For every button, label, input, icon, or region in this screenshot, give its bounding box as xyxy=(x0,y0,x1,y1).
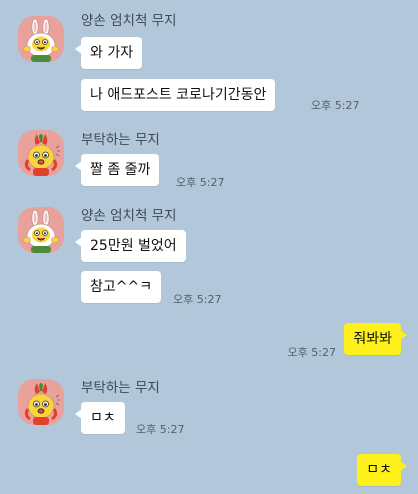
muzi-thumbs-up-icon xyxy=(23,209,59,253)
message-time: 오후 5:27 xyxy=(311,99,360,112)
message-bubble[interactable]: 참고^^ㅋ xyxy=(81,271,162,303)
muzi-begging-icon xyxy=(24,383,60,425)
message-bubble[interactable]: ㅁㅊ xyxy=(75,402,125,434)
chat-room: 양손 엄치척 무지 와 가자 나 애드포스트 코로나기간동안 오후 5:27 부… xyxy=(0,0,418,494)
my-message-bubble[interactable]: 줘봐봐 xyxy=(344,323,407,355)
muzi-begging-icon xyxy=(24,134,60,176)
message-bubble[interactable]: 와 가자 xyxy=(74,37,143,69)
sender-name: 양손 엄치척 무지 xyxy=(81,13,177,29)
message-bubble[interactable]: 25만원 벌었어 xyxy=(75,230,186,262)
profile-avatar[interactable] xyxy=(18,379,64,425)
message-time: 오후 5:27 xyxy=(176,176,225,189)
message-bubble[interactable]: 짤 좀 줄까 xyxy=(74,154,160,186)
profile-avatar[interactable] xyxy=(18,16,64,62)
message-time: 오후 5:27 xyxy=(136,423,185,436)
sender-name: 부탁하는 무지 xyxy=(81,132,160,148)
message-bubble[interactable]: 나 애드포스트 코로나기간동안 xyxy=(81,79,276,111)
profile-avatar[interactable] xyxy=(18,130,64,176)
message-time: 오후 5:27 xyxy=(173,293,222,306)
sender-name: 부탁하는 무지 xyxy=(81,380,160,396)
my-message-bubble[interactable]: ㅁㅊ xyxy=(357,454,407,486)
muzi-thumbs-up-icon xyxy=(23,18,59,62)
profile-avatar[interactable] xyxy=(18,207,64,253)
sender-name: 양손 엄치척 무지 xyxy=(81,208,177,224)
message-time: 오후 5:27 xyxy=(287,346,336,359)
